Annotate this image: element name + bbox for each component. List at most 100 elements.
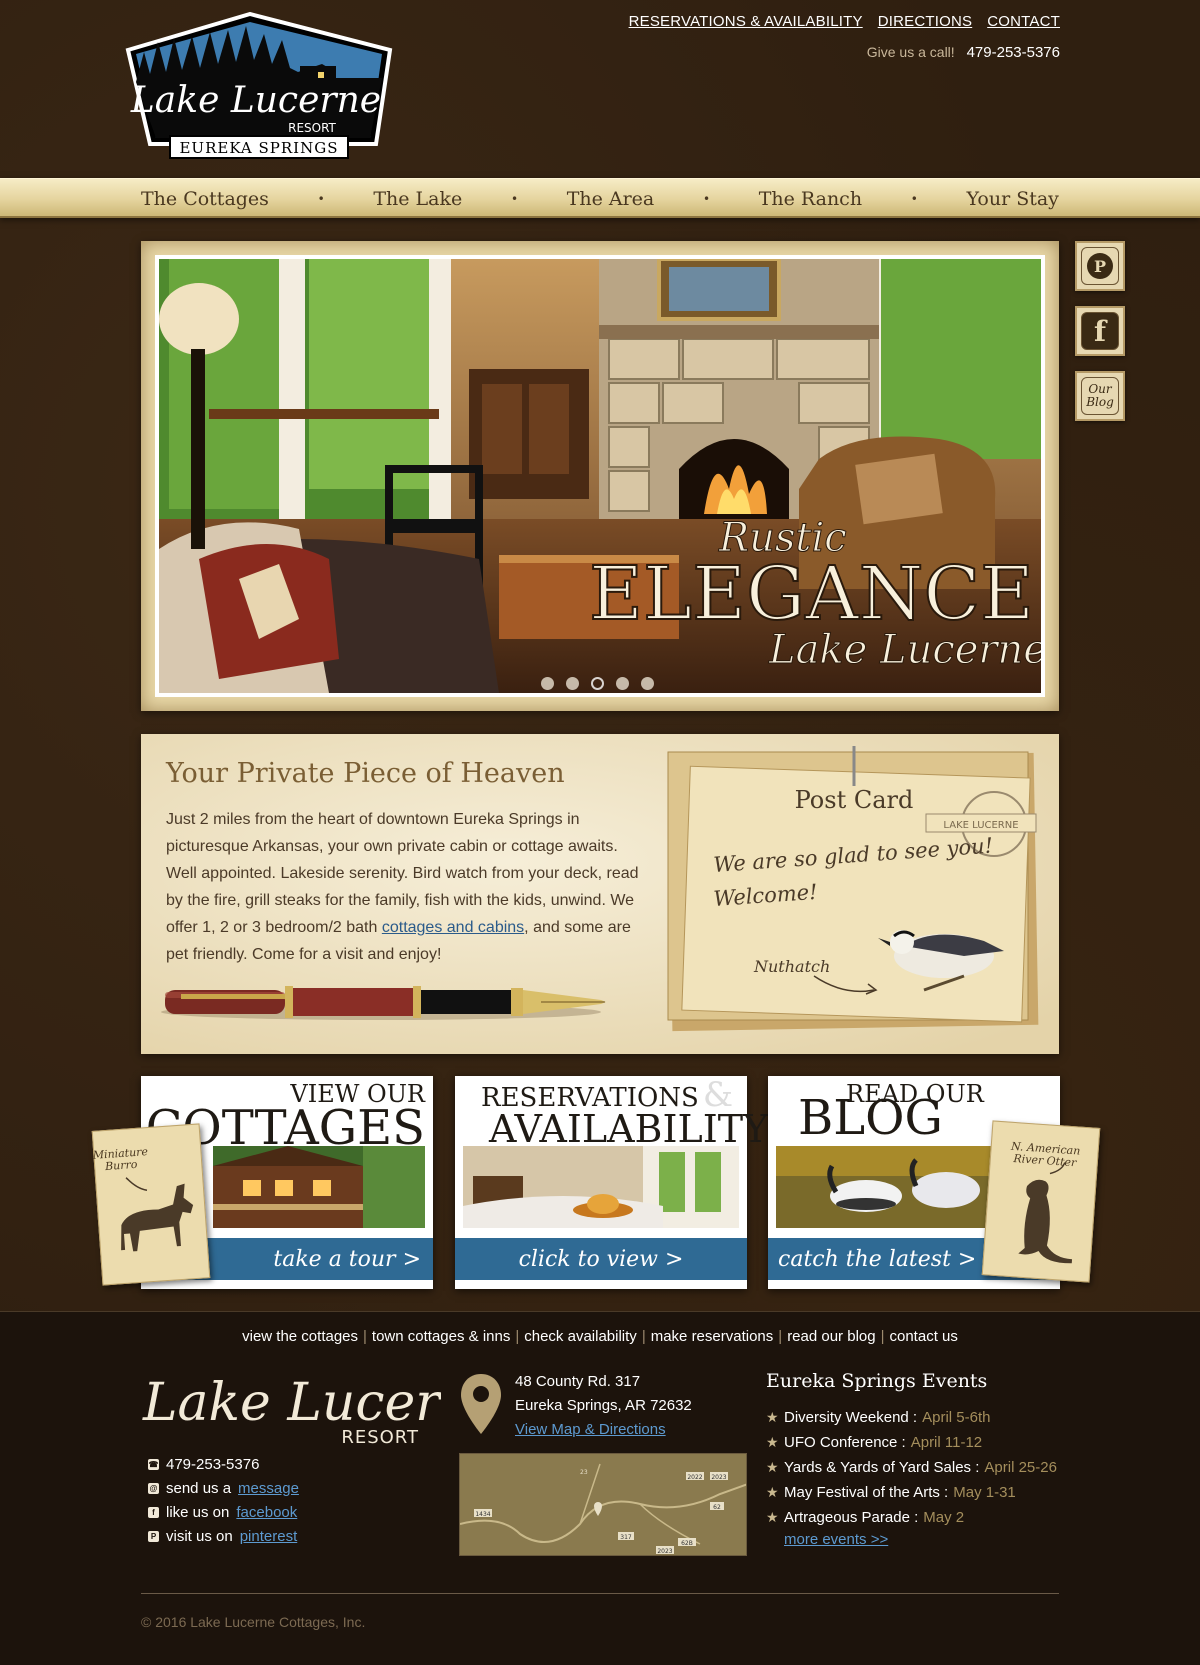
nav-separator: • — [702, 192, 711, 206]
events-title: Eureka Springs Events — [766, 1370, 988, 1392]
svg-text:1434: 1434 — [475, 1511, 490, 1518]
intro-heading: Your Private Piece of Heaven — [166, 758, 565, 789]
footer-links: view the cottages | town cottages & inns | c… — [0, 1328, 1200, 1345]
facebook-button[interactable]: f — [1075, 306, 1125, 356]
event-item[interactable]: ★ UFO Conference : April 11-12 — [766, 1430, 1057, 1455]
event-item[interactable]: ★ Diversity Weekend : April 5-6th — [766, 1405, 1057, 1430]
event-item[interactable]: ★ Yards & Yards of Yard Sales : April 25-2… — [766, 1455, 1057, 1480]
nav-item-your-stay[interactable]: Your Stay — [967, 188, 1059, 210]
facebook-icon: f — [1081, 312, 1119, 350]
blog-button[interactable]: Our Blog — [1075, 371, 1125, 421]
directions-map-link[interactable]: View Map & Directions — [515, 1421, 666, 1438]
promo-reservations[interactable]: RESERVATIONS & AVAILABILITY click to view… — [455, 1076, 768, 1289]
pinterest-icon: P — [1081, 247, 1119, 285]
svg-text:RESORT: RESORT — [341, 1427, 419, 1448]
star-icon: ★ — [766, 1484, 779, 1500]
main-nav: The Cottages • The Lake • The Area • The… — [0, 178, 1200, 218]
geese-photo — [776, 1146, 991, 1228]
footer-link-check-availability[interactable]: check availability — [519, 1328, 642, 1345]
footer-link-make-reservations[interactable]: make reservations — [646, 1328, 779, 1345]
footer-contact-list: ☎ 479-253-5376 @ send us a message f like us… — [148, 1452, 299, 1548]
postcard-image: Post Card LAKE LUCERNE We are so glad to… — [664, 746, 1042, 1040]
svg-text:Lake Lucerne: Lake Lucerne — [142, 1373, 441, 1433]
svg-text:317: 317 — [620, 1534, 632, 1541]
cottages-cabins-link[interactable]: cottages and cabins — [382, 919, 524, 936]
svg-text:2023: 2023 — [711, 1474, 726, 1481]
nav-separator: • — [910, 192, 918, 206]
burro-card: Miniature Burro — [91, 1123, 211, 1286]
footer-logo[interactable]: Lake Lucerne RESORT — [141, 1368, 504, 1452]
footer-link-contact[interactable]: contact us — [885, 1328, 963, 1345]
pinterest-link[interactable]: pinterest — [240, 1528, 298, 1545]
quill-icon: Our Blog — [1081, 377, 1119, 415]
address-line1: 48 County Rd. 317 — [515, 1373, 641, 1390]
area-map[interactable]: 1434 2022 2023 62 317 62B 2023 23 — [459, 1453, 747, 1556]
call-label: Give us a call! — [866, 44, 955, 60]
map-pin-icon — [459, 1372, 503, 1440]
social-buttons: P f Our Blog — [1075, 241, 1125, 421]
otter-card: N. American River Otter — [981, 1120, 1101, 1283]
hero-slider: Rustic ELEGANCE Lake Lucerne — [141, 241, 1059, 711]
footer-address: 48 County Rd. 317 Eureka Springs, AR 726… — [515, 1370, 692, 1442]
svg-text:ELEGANCE: ELEGANCE — [589, 551, 1034, 637]
site-logo[interactable]: Lake Lucerne RESORT EUREKA SPRINGS — [122, 11, 404, 164]
site-header: Lake Lucerne RESORT EUREKA SPRINGS RESER… — [0, 0, 1200, 178]
nav-separator: • — [510, 192, 519, 206]
header-phone[interactable]: 479-253-5376 — [967, 44, 1060, 61]
event-item[interactable]: ★ Artrageous Parade : May 2 — [766, 1505, 1057, 1530]
slider-dot[interactable] — [641, 677, 654, 690]
slider-dot[interactable] — [616, 677, 629, 690]
slider-dot-active[interactable] — [591, 677, 604, 690]
events-list: Eureka Springs Events ★ Diversity Weekend… — [766, 1370, 1057, 1548]
footer-link-read-blog[interactable]: read our blog — [782, 1328, 880, 1345]
cottage-photo — [213, 1146, 425, 1228]
address-line2: Eureka Springs, AR 72632 — [515, 1397, 692, 1414]
slider-dot[interactable] — [541, 677, 554, 690]
nav-separator: • — [317, 192, 325, 206]
directions-link[interactable]: DIRECTIONS — [878, 13, 973, 30]
svg-text:RESORT: RESORT — [288, 121, 336, 135]
call-us: Give us a call! 479-253-5376 — [867, 44, 1060, 61]
nav-item-area[interactable]: The Area — [567, 188, 655, 210]
top-links: RESERVATIONS & AVAILABILITY DIRECTIONS C… — [629, 13, 1060, 30]
burro-icon — [121, 1177, 194, 1252]
nav-item-cottages[interactable]: The Cottages — [141, 188, 269, 210]
fountain-pen-image — [161, 978, 611, 1032]
promo-title: RESERVATIONS & AVAILABILITY — [481, 1075, 769, 1151]
nav-item-ranch[interactable]: The Ranch — [759, 188, 862, 210]
reservations-availability-link[interactable]: RESERVATIONS & AVAILABILITY — [629, 13, 863, 30]
pinterest-button[interactable]: P — [1075, 241, 1125, 291]
copyright: © 2016 Lake Lucerne Cottages, Inc. — [141, 1614, 366, 1630]
footer-divider — [141, 1593, 1059, 1594]
pinterest-small-icon: P — [148, 1530, 159, 1542]
intro-section: Your Private Piece of Heaven Just 2 mile… — [141, 734, 1059, 1054]
facebook-link[interactable]: facebook — [236, 1504, 297, 1521]
pinterest-prefix: visit us on — [166, 1527, 233, 1545]
more-events-link[interactable]: more events >> — [784, 1531, 1057, 1548]
svg-text:EUREKA SPRINGS: EUREKA SPRINGS — [179, 139, 338, 157]
svg-text:62: 62 — [713, 1504, 721, 1511]
bedroom-photo — [463, 1146, 739, 1228]
footer-phone[interactable]: 479-253-5376 — [166, 1456, 259, 1473]
event-item[interactable]: ★ May Festival of the Arts : May 1-31 — [766, 1480, 1057, 1505]
star-icon: ★ — [766, 1434, 779, 1450]
facebook-prefix: like us on — [166, 1503, 230, 1521]
svg-text:Nuthatch: Nuthatch — [753, 957, 830, 976]
footer-link-view-cottages[interactable]: view the cottages — [237, 1328, 363, 1345]
message-link[interactable]: message — [238, 1480, 299, 1497]
star-icon: ★ — [766, 1409, 779, 1425]
slider-dot[interactable] — [566, 677, 579, 690]
click-to-view-button[interactable]: click to view > — [455, 1238, 747, 1280]
nav-item-lake[interactable]: The Lake — [373, 188, 462, 210]
svg-text:Lake Lucerne: Lake Lucerne — [768, 627, 1041, 673]
contact-link[interactable]: CONTACT — [987, 13, 1060, 30]
star-icon: ★ — [766, 1459, 779, 1475]
svg-text:23: 23 — [580, 1469, 588, 1476]
hero-image[interactable]: Rustic ELEGANCE Lake Lucerne — [155, 255, 1045, 697]
footer-link-town-cottages[interactable]: town cottages & inns — [367, 1328, 515, 1345]
site-footer: view the cottages | town cottages & inns | c… — [0, 1311, 1200, 1665]
message-prefix: send us a — [166, 1479, 232, 1497]
intro-text: Just 2 miles from the heart of downtown … — [166, 811, 639, 963]
otter-icon — [1018, 1162, 1073, 1264]
svg-text:2023: 2023 — [657, 1548, 672, 1555]
